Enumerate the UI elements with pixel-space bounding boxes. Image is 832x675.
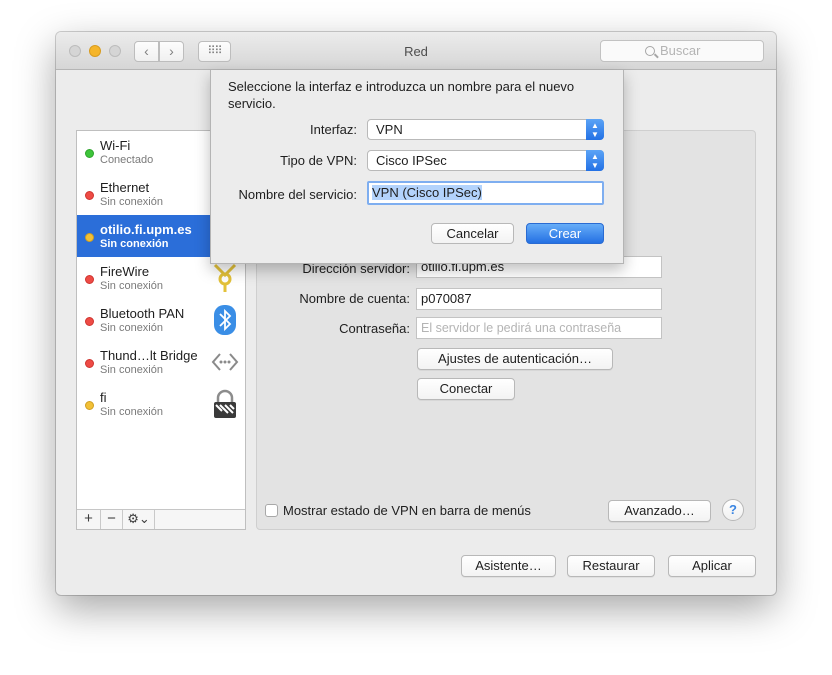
service-status: Sin conexión — [100, 406, 163, 418]
network-preferences-window: ‹ › ⠿⠿ Red Buscar Wi-Fi Conectado Ethern… — [56, 32, 776, 595]
advanced-button[interactable]: Avanzado… — [608, 500, 711, 522]
service-name: Bluetooth PAN — [100, 306, 185, 321]
gear-menu-button[interactable]: ⚙⌄ — [123, 510, 155, 529]
remove-service-button[interactable]: − — [101, 510, 123, 529]
vpn-type-value: Cisco IPSec — [376, 153, 447, 168]
service-name: Ethernet — [100, 180, 150, 195]
search-icon — [645, 46, 655, 56]
cancel-button[interactable]: Cancelar — [431, 223, 514, 244]
service-status: Sin conexión — [100, 196, 163, 208]
status-dot — [85, 359, 94, 368]
updown-arrows-icon: ▲ ▼ — [586, 150, 604, 171]
service-status: Sin conexión — [100, 238, 169, 250]
password-field[interactable]: El servidor le pedirá una contraseña — [416, 317, 662, 339]
service-status: Sin conexión — [100, 280, 163, 292]
account-name-label: Nombre de cuenta: — [299, 291, 410, 306]
authentication-settings-button[interactable]: Ajustes de autenticación… — [417, 348, 613, 370]
help-button[interactable]: ? — [722, 499, 744, 521]
service-name: fi — [100, 390, 107, 405]
sidebar-toolbar: + − ⚙⌄ — [77, 509, 245, 529]
service-name-label: Nombre del servicio: — [238, 187, 358, 202]
add-service-button[interactable]: + — [77, 510, 101, 529]
search-field[interactable]: Buscar — [600, 40, 764, 62]
service-status: Sin conexión — [100, 364, 163, 376]
service-name-value: VPN (Cisco IPSec) — [372, 185, 482, 200]
status-dot — [85, 233, 94, 242]
new-service-sheet: Seleccione la interfaz e introduzca un n… — [210, 70, 624, 264]
service-item-fi[interactable]: fi Sin conexión — [77, 383, 245, 425]
vpn-lock-icon — [214, 389, 236, 418]
bluetooth-icon — [214, 305, 236, 335]
show-vpn-status-label: Mostrar estado de VPN en barra de menús — [283, 503, 531, 518]
status-dot — [85, 275, 94, 284]
interface-popup[interactable]: VPN ▲ ▼ — [367, 119, 604, 140]
vpn-type-popup[interactable]: Cisco IPSec ▲ ▼ — [367, 150, 604, 171]
assistant-button[interactable]: Asistente… — [461, 555, 556, 577]
status-dot — [85, 401, 94, 410]
service-item-bluetooth-pan[interactable]: Bluetooth PAN Sin conexión — [77, 299, 245, 341]
updown-arrows-icon: ▲ ▼ — [586, 119, 604, 140]
service-name: otilio.fi.upm.es — [100, 222, 192, 237]
service-name: FireWire — [100, 264, 150, 279]
status-dot — [85, 317, 94, 326]
service-status: Conectado — [100, 154, 154, 166]
show-vpn-status-checkbox[interactable] — [265, 504, 278, 517]
sheet-instructions: Seleccione la interfaz e introduzca un n… — [228, 79, 575, 111]
service-name-field[interactable]: VPN (Cisco IPSec) — [367, 181, 604, 205]
firewire-icon — [213, 263, 237, 292]
password-label: Contraseña: — [339, 321, 410, 336]
service-name: Thund…lt Bridge — [100, 348, 198, 363]
service-item-thunderbolt-bridge[interactable]: Thund…lt Bridge Sin conexión — [77, 341, 245, 383]
revert-button[interactable]: Restaurar — [567, 555, 655, 577]
status-dot — [85, 191, 94, 200]
service-status: Sin conexión — [100, 322, 163, 334]
interface-label: Interfaz: — [310, 122, 357, 137]
apply-button[interactable]: Aplicar — [668, 555, 756, 577]
create-button[interactable]: Crear — [526, 223, 604, 244]
vpn-type-label: Tipo de VPN: — [280, 153, 357, 168]
account-name-field[interactable]: p070087 — [416, 288, 662, 310]
connect-button[interactable]: Conectar — [417, 378, 515, 400]
thunderbolt-bridge-icon — [211, 353, 239, 371]
title-bar: ‹ › ⠿⠿ Red Buscar — [56, 32, 776, 70]
interface-value: VPN — [376, 122, 403, 137]
status-dot — [85, 149, 94, 158]
service-name: Wi-Fi — [100, 138, 131, 153]
